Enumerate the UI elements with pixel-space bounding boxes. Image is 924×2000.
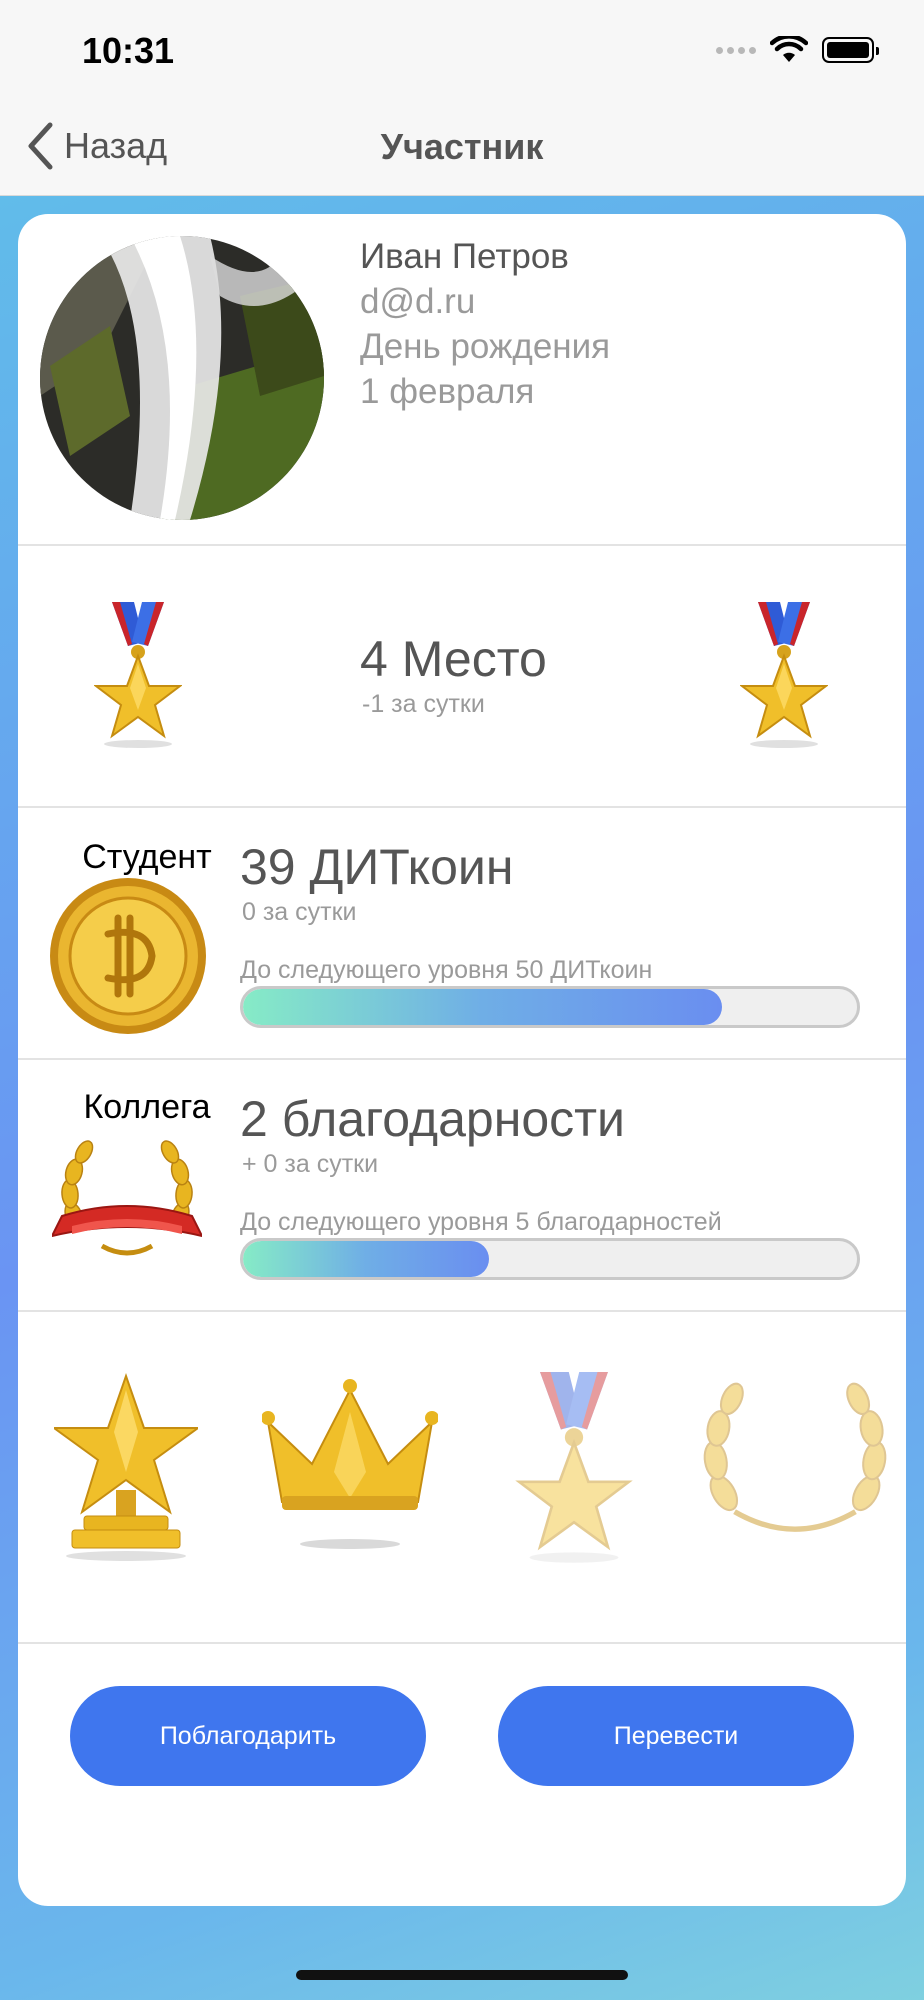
avatar [40,236,324,520]
laurel-wreath-icon [52,1140,202,1256]
profile-section: Иван Петров d@d.ru День рождения 1 февра… [18,214,906,546]
place-section: 4 Место -1 за сутки [18,546,906,808]
cellular-signal-icon [716,46,756,54]
coin-amount: 39 ДИТкоин [240,839,514,895]
member-name: Иван Петров [360,237,569,276]
birthday-label: День рождения [360,327,611,366]
wifi-icon [770,36,808,62]
member-email: d@d.ru [360,282,476,321]
trophy-star-icon[interactable] [54,1372,198,1566]
thanks-next-level: До следующего уровня 5 благодарностей [240,1208,722,1236]
status-time: 10:31 [82,30,175,71]
coins-section: Студент 39 ДИТкоин 0 за сутки До следующ… [18,808,906,1060]
actions-section: Поблагодарить Перевести [18,1644,906,1906]
laurel-wreath-icon[interactable] [690,1372,900,1552]
crown-icon[interactable] [262,1372,438,1552]
thank-button[interactable]: Поблагодарить [70,1686,426,1786]
home-indicator[interactable] [296,1970,628,1980]
page-title: Участник [380,126,544,167]
thanks-change: + 0 за сутки [242,1150,379,1178]
profile-info: Иван Петров d@d.ru День рождения 1 февра… [360,234,610,414]
navigation-bar: 10:31 Назад Участник [0,0,924,196]
member-card: Иван Петров d@d.ru День рождения 1 февра… [18,214,906,1906]
coin-icon [50,878,206,1034]
coin-rank-label: Студент [82,838,212,876]
place-title: 4 Место [360,631,547,687]
battery-icon [822,37,879,63]
awards-section [18,1312,906,1644]
coin-progress-bar [240,986,860,1028]
coin-next-level: До следующего уровня 50 ДИТкоин [240,956,653,984]
medal-star-icon [740,602,828,748]
coin-change: 0 за сутки [242,898,357,926]
medal-star-icon[interactable] [514,1372,634,1568]
thanks-progress-bar [240,1238,860,1280]
thanks-amount: 2 благодарности [240,1091,625,1147]
transfer-button[interactable]: Перевести [498,1686,854,1786]
medal-star-icon [94,602,182,748]
coin-progress-fill [243,989,722,1025]
birthday-value: 1 февраля [360,372,535,411]
thanks-progress-fill [243,1241,489,1277]
status-icons [716,36,879,64]
place-change: -1 за сутки [362,690,485,718]
thanks-rank-label: Коллега [83,1088,211,1126]
thanks-section: Коллега 2 благодарности + 0 за сутки До … [18,1060,906,1312]
